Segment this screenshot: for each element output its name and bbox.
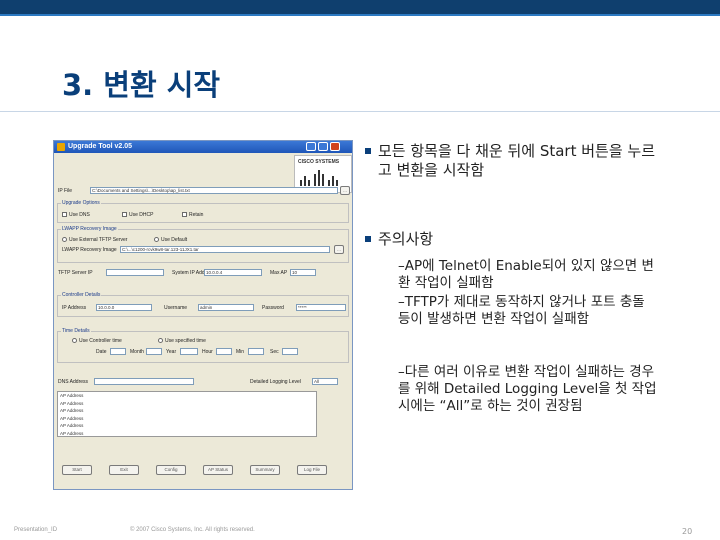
sub-bullet-item: –AP에 Telnet이 Enable되어 있지 않으면 변환 작업이 실패함 xyxy=(398,258,654,291)
ip-file-browse-button[interactable]: ... xyxy=(340,186,350,195)
cisco-bridge-icon xyxy=(300,170,338,186)
specified-time-label: Use specified time xyxy=(165,338,206,344)
list-item: AP Address xyxy=(60,415,84,421)
footer-copyright: © 2007 Cisco Systems, Inc. All rights re… xyxy=(130,527,255,533)
retain-label: Retain xyxy=(189,212,204,218)
external-tftp-label: Use External TFTP Server xyxy=(69,237,128,243)
ap-address-list[interactable]: AP Address AP Address AP Address AP Addr… xyxy=(57,391,317,437)
system-ip-input[interactable]: 10.0.0.4 xyxy=(204,269,262,276)
recovery-image-label: LWAPP Recovery Image xyxy=(62,247,117,253)
close-button[interactable] xyxy=(330,142,340,151)
recovery-image-title: LWAPP Recovery Image xyxy=(61,226,118,232)
sec-label: Sec xyxy=(270,349,279,355)
sec-select[interactable] xyxy=(282,348,298,355)
max-ap-label: Max AP xyxy=(270,270,288,276)
month-label: Month xyxy=(130,349,144,355)
password-input[interactable]: ***** xyxy=(296,304,346,311)
window-title: Upgrade Tool v2.05 xyxy=(68,143,133,150)
controller-details-group: Controller Details IP Address 10.0.0.0 U… xyxy=(57,292,349,317)
footer-presentation-id: Presentation_ID xyxy=(14,527,58,533)
list-item: AP Address xyxy=(60,430,84,436)
ip-file-input[interactable]: C:\Documents and Settings\...\Desktop\ap… xyxy=(90,187,338,194)
exit-button[interactable]: Exit xyxy=(109,465,139,475)
use-dhcp-label: Use DHCP xyxy=(129,212,154,218)
controller-details-title: Controller Details xyxy=(61,292,102,298)
sub-bullet-item: –다른 여러 이유로 변환 작업이 실패하는 경우를 위해 Detailed L… xyxy=(398,364,657,414)
retain-checkbox[interactable] xyxy=(182,212,187,217)
sub-bullet-item: –TFTP가 제대로 동작하지 않거나 포트 충돌 등이 발생하면 변환 작업이… xyxy=(398,294,645,327)
recovery-image-group: LWAPP Recovery Image Use External TFTP S… xyxy=(57,226,349,263)
top-bar xyxy=(0,0,720,16)
external-tftp-radio[interactable] xyxy=(62,237,67,242)
tftp-server-label: TFTP Server IP xyxy=(58,270,93,276)
slide-title: 3. 변환 시작 xyxy=(62,68,221,102)
summary-button[interactable]: Summary xyxy=(250,465,280,475)
password-label: Password xyxy=(262,305,284,311)
logging-level-label: Detailed Logging Level xyxy=(250,379,301,385)
hour-select[interactable] xyxy=(216,348,232,355)
system-ip-label: System IP Addr xyxy=(172,270,207,276)
bullet-text: 주의사항 xyxy=(378,230,434,248)
username-input[interactable]: admin xyxy=(198,304,254,311)
dns-address-input[interactable] xyxy=(94,378,194,385)
date-label: Date xyxy=(96,349,107,355)
ip-file-label: IP File xyxy=(58,188,73,194)
recovery-image-browse-button[interactable]: ... xyxy=(334,245,344,254)
minimize-button[interactable] xyxy=(306,142,316,151)
specified-time-radio[interactable] xyxy=(158,338,163,343)
controller-time-label: Use Controller time xyxy=(79,338,122,344)
app-icon xyxy=(57,143,65,151)
default-tftp-label: Use Default xyxy=(161,237,188,243)
list-item: AP Address xyxy=(60,423,84,428)
cisco-brand-text: CISCO SYSTEMS xyxy=(298,159,340,165)
ap-status-button[interactable]: AP Status xyxy=(203,465,233,475)
window-titlebar: Upgrade Tool v2.05 xyxy=(54,141,352,153)
title-divider xyxy=(0,111,720,112)
upgrade-options-group: Upgrade Options Use DNS Use DHCP Retain xyxy=(57,200,349,223)
upgrade-tool-window: Upgrade Tool v2.05 CISCO SYSTEMS IP File… xyxy=(53,140,353,490)
use-dns-checkbox[interactable] xyxy=(62,212,67,217)
year-label: Year xyxy=(166,349,177,355)
log-file-button[interactable]: Log File xyxy=(297,465,327,475)
page-number: 20 xyxy=(682,527,693,536)
tftp-server-input[interactable] xyxy=(106,269,164,276)
controller-time-radio[interactable] xyxy=(72,338,77,343)
recovery-image-input[interactable]: C:\...\c1200-rcvk9w8-tar.123-11JX1.tar xyxy=(120,246,330,253)
bullet-square-icon xyxy=(365,148,371,154)
start-button[interactable]: Start xyxy=(62,465,92,475)
username-label: Username xyxy=(164,305,188,311)
bullet-item: 주의사항 xyxy=(365,230,668,249)
min-select[interactable] xyxy=(248,348,264,355)
dns-address-label: DNS Address xyxy=(58,379,89,385)
default-tftp-radio[interactable] xyxy=(154,237,159,242)
time-details-group: Time Details Use Controller time Use spe… xyxy=(57,328,349,363)
maximize-button[interactable] xyxy=(318,142,328,151)
upgrade-options-title: Upgrade Options xyxy=(61,200,101,206)
date-select[interactable] xyxy=(110,348,126,355)
controller-ip-input[interactable]: 10.0.0.0 xyxy=(96,304,152,311)
bullet-square-icon xyxy=(365,236,371,242)
use-dns-label: Use DNS xyxy=(69,212,90,218)
time-details-title: Time Details xyxy=(61,328,91,334)
controller-ip-label: IP Address xyxy=(62,305,87,311)
min-label: Min xyxy=(236,349,245,355)
bullet-text: 모든 항목을 다 채운 뒤에 Start 버튼을 누르고 변환을 시작함 xyxy=(378,142,656,179)
config-button[interactable]: Config xyxy=(156,465,186,475)
list-item: AP Address xyxy=(60,393,84,398)
list-item: AP Address xyxy=(60,400,84,406)
max-ap-select[interactable]: 10 xyxy=(290,269,316,276)
use-dhcp-checkbox[interactable] xyxy=(122,212,127,217)
list-item: AP Address xyxy=(60,408,84,413)
month-select[interactable] xyxy=(146,348,162,355)
bullet-item: 모든 항목을 다 채운 뒤에 Start 버튼을 누르고 변환을 시작함 xyxy=(365,142,668,180)
logging-level-select[interactable]: All xyxy=(312,378,338,385)
hour-label: Hour xyxy=(202,349,213,355)
year-select[interactable] xyxy=(180,348,198,355)
